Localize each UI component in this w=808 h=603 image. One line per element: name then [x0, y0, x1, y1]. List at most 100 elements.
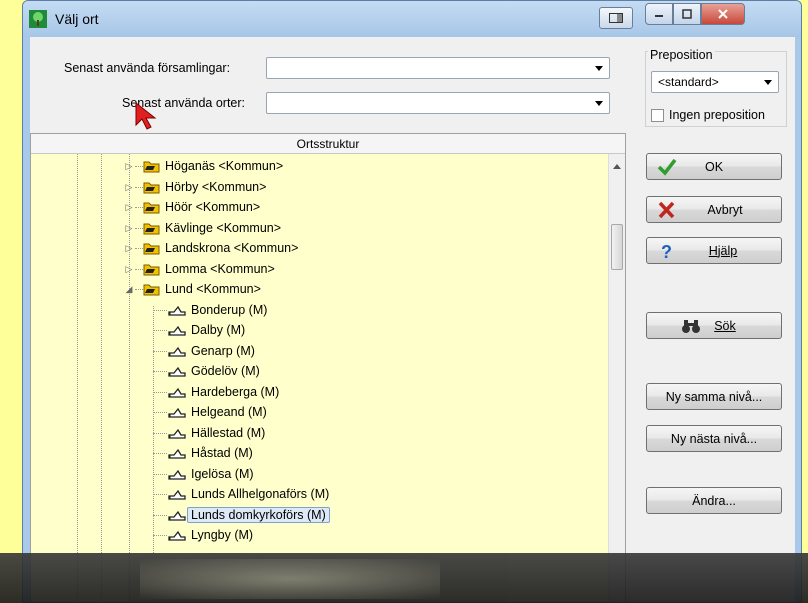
help-button[interactable]: ? Hjälp	[646, 237, 782, 264]
tree-branch-line	[153, 494, 167, 495]
scroll-thumb[interactable]	[611, 224, 623, 270]
parish-icon	[168, 366, 186, 377]
tree-node-label: Hällestad (M)	[191, 425, 266, 440]
expand-icon[interactable]: ▷	[124, 264, 134, 274]
kommun-folder-icon	[143, 182, 160, 193]
tree-node-parish[interactable]: Håstad (M)	[167, 443, 257, 463]
search-button[interactable]: Sök	[646, 312, 782, 339]
new-same-level-button[interactable]: Ny samma nivå...	[646, 383, 782, 410]
tree-node-label: Lyngby (M)	[191, 528, 254, 542]
tree-node-label: Gödelöv (M)	[191, 364, 260, 378]
tree-node-label: Lunds Allhelgonaförs (M)	[191, 487, 330, 501]
preposition-combo[interactable]: <standard>	[651, 71, 779, 93]
tree-node-parish-selected[interactable]: Lunds domkyrkoförs (M)	[167, 505, 330, 525]
kommun-folder-icon	[143, 264, 160, 275]
no-preposition-checkbox[interactable]	[651, 109, 664, 122]
caption-buttons	[645, 3, 745, 25]
tree-node-label: Lomma <Kommun>	[165, 261, 275, 276]
tree-node-parish[interactable]: Dalby (M)	[167, 320, 249, 340]
tree-node-kommun[interactable]: Lund <Kommun>	[143, 279, 265, 299]
cancel-label: Avbryt	[707, 202, 743, 217]
parish-icon	[168, 489, 186, 500]
tree-node-parish[interactable]: Helgeand (M)	[167, 402, 271, 422]
search-label: Sök	[714, 318, 736, 333]
expand-icon[interactable]: ▷	[124, 161, 134, 171]
tree-scrollbar[interactable]	[608, 154, 625, 602]
tree-node-parish[interactable]: Igelösa (M)	[167, 464, 258, 484]
minimize-button[interactable]	[645, 3, 673, 25]
close-button[interactable]	[701, 3, 745, 25]
change-button[interactable]: Ändra...	[646, 487, 782, 514]
tree-branch-line	[153, 412, 167, 413]
tree-node-label: Höganäs <Kommun>	[165, 159, 284, 173]
expand-icon[interactable]: ▷	[124, 202, 134, 212]
blurred-bottom-area	[0, 553, 808, 603]
title-bar[interactable]: Välj ort	[23, 1, 801, 37]
restore-layout-button[interactable]	[599, 7, 633, 29]
tree-node-label: Helgeand (M)	[191, 405, 267, 419]
tree-node-parish[interactable]: Lunds Allhelgonaförs (M)	[167, 484, 333, 504]
kommun-folder-icon	[143, 284, 160, 296]
tree-guide-line	[101, 154, 102, 602]
expand-icon[interactable]: ▷	[124, 182, 134, 192]
minimize-icon	[655, 15, 663, 17]
new-next-level-button[interactable]: Ny nästa nivå...	[646, 425, 782, 452]
tree-node-label: Hardeberga (M)	[191, 384, 280, 399]
parish-icon	[168, 387, 186, 398]
dialog-client: Senast använda församlingar: Senast anvä…	[30, 37, 795, 602]
expand-icon[interactable]: ▷	[124, 243, 134, 253]
tree-branch-line	[153, 371, 167, 372]
ok-label: OK	[704, 159, 724, 174]
kommun-folder-icon	[143, 161, 160, 173]
cancel-button[interactable]: Avbryt	[646, 196, 782, 223]
recent-parishes-combo[interactable]	[266, 57, 610, 79]
place-tree[interactable]: Ortsstruktur ▷ Höganäs <Kommun> ▷ Hörby <Ko…	[30, 133, 626, 602]
maximize-button[interactable]	[673, 3, 701, 25]
tree-branch-line	[153, 391, 167, 393]
collapse-icon[interactable]: ◢	[124, 284, 134, 294]
kommun-folder-icon	[143, 223, 160, 234]
tree-node-label: Landskrona <Kommun>	[165, 241, 299, 255]
expand-icon[interactable]: ▷	[124, 223, 134, 233]
tree-node-kommun[interactable]: Höör <Kommun>	[143, 197, 264, 217]
parish-icon	[168, 325, 186, 336]
new-next-level-label: Ny nästa nivå...	[670, 431, 758, 446]
tree-node-parish[interactable]: Gödelöv (M)	[167, 361, 264, 381]
tree-guide-line	[129, 154, 130, 602]
tree-node-kommun[interactable]: Höganäs <Kommun>	[143, 156, 287, 176]
tree-branch-line	[153, 473, 167, 475]
tree-node-parish[interactable]: Bonderup (M)	[167, 300, 271, 320]
kommun-folder-icon	[143, 243, 160, 255]
no-preposition-label: Ingen preposition	[669, 108, 765, 122]
tree-node-parish[interactable]: Genarp (M)	[167, 341, 259, 361]
parish-icon	[168, 510, 186, 521]
new-same-level-label: Ny samma nivå...	[665, 389, 763, 404]
tree-node-label: Igelösa (M)	[191, 466, 254, 481]
svg-text:?: ?	[661, 242, 672, 260]
parish-icon	[168, 305, 186, 316]
binoculars-icon	[682, 320, 700, 333]
tree-node-kommun[interactable]: Kävlinge <Kommun>	[143, 218, 285, 238]
tree-node-label: Lunds domkyrkoförs (M)	[187, 506, 330, 523]
tree-node-parish[interactable]: Hällestad (M)	[167, 423, 269, 443]
ok-button[interactable]: OK	[646, 153, 782, 180]
tree-node-kommun[interactable]: Hörby <Kommun>	[143, 177, 270, 197]
dialog-window: Välj ort Senast använda församlingar: Se…	[22, 0, 802, 603]
change-label: Ändra...	[692, 493, 736, 508]
chevron-down-icon	[764, 80, 772, 85]
tree-branch-line	[153, 453, 167, 454]
tree-node-kommun[interactable]: Landskrona <Kommun>	[143, 238, 302, 258]
preposition-selected-value: <standard>	[658, 75, 719, 89]
recent-places-combo[interactable]	[266, 92, 610, 114]
kommun-folder-icon	[143, 202, 160, 214]
tree-branch-line	[153, 535, 167, 536]
scroll-up-icon[interactable]	[613, 164, 621, 169]
tree-node-kommun[interactable]: Lomma <Kommun>	[143, 259, 279, 279]
tree-node-parish[interactable]: Hardeberga (M)	[167, 382, 283, 402]
tree-guide-line	[153, 306, 154, 553]
chevron-down-icon	[595, 101, 603, 106]
checkmark-icon	[657, 158, 677, 176]
tree-node-parish[interactable]: Lyngby (M)	[167, 525, 257, 545]
tree-branch-line	[153, 330, 167, 331]
parish-icon	[168, 428, 186, 439]
